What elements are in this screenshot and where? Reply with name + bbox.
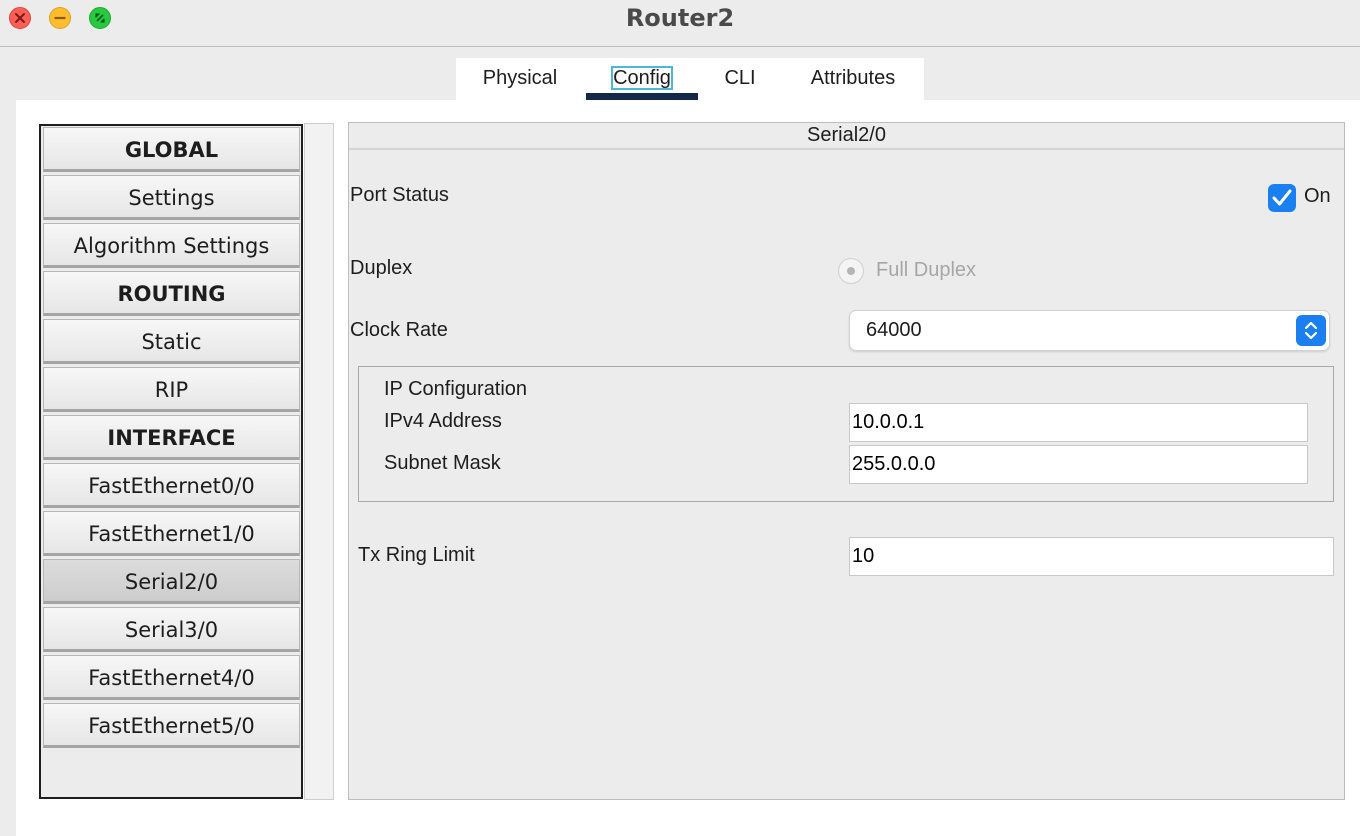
tab-config[interactable]: Config [586,58,698,100]
tab-attributes[interactable]: Attributes [792,58,914,100]
sidebar-item-rip[interactable]: RIP [43,367,300,412]
subnet-mask-input[interactable] [849,445,1308,484]
tab-config-label: Config [611,66,673,90]
sidebar-item-serial2-0[interactable]: Serial2/0 [43,559,300,604]
port-status-on-label: On [1304,185,1331,207]
sidebar-item-fastethernet1-0[interactable]: FastEthernet1/0 [43,511,300,556]
sidebar-item-fastethernet0-0[interactable]: FastEthernet0/0 [43,463,300,508]
panel-title: Serial2/0 [349,123,1344,150]
sidebar-item-fastethernet5-0[interactable]: FastEthernet5/0 [43,703,300,748]
tab-bar: Physical Config CLI Attributes [456,58,924,100]
tx-ring-limit-label: Tx Ring Limit [358,544,475,566]
tab-physical[interactable]: Physical [464,58,576,100]
sidebar-item-serial3-0[interactable]: Serial3/0 [43,607,300,652]
ipv4-address-input[interactable] [849,403,1308,442]
sidebar-item-static[interactable]: Static [43,319,300,364]
sidebar-scrollbar[interactable] [304,123,334,800]
title-bar: Router2 [0,0,1360,47]
tab-cli[interactable]: CLI [708,58,772,100]
clock-rate-label: Clock Rate [350,319,448,341]
updown-chevron-icon [1304,321,1318,340]
clock-rate-value: 64000 [866,319,922,341]
sidebar-item-settings[interactable]: Settings [43,175,300,220]
sidebar-header-routing: ROUTING [43,271,300,316]
window-title: Router2 [625,4,735,32]
full-duplex-radio[interactable] [838,258,864,284]
subnet-mask-label: Subnet Mask [384,452,501,474]
duplex-label: Duplex [350,257,413,279]
config-sidebar: GLOBAL Settings Algorithm Settings ROUTI… [39,124,303,799]
sidebar-header-global: GLOBAL [43,127,300,172]
sidebar-header-interface: INTERFACE [43,415,300,460]
ip-configuration-title: IP Configuration [384,378,528,400]
sidebar-item-fastethernet4-0[interactable]: FastEthernet4/0 [43,655,300,700]
sidebar-item-algorithm-settings[interactable]: Algorithm Settings [43,223,300,268]
ipv4-address-label: IPv4 Address [384,410,502,432]
port-status-checkbox[interactable] [1268,184,1296,212]
port-status-label: Port Status [350,184,449,206]
select-arrows-button [1296,315,1326,346]
checkmark-icon [1272,189,1292,206]
clock-rate-select[interactable]: 64000 [849,310,1330,351]
full-duplex-label: Full Duplex [876,259,977,281]
tx-ring-limit-input[interactable] [849,537,1334,576]
